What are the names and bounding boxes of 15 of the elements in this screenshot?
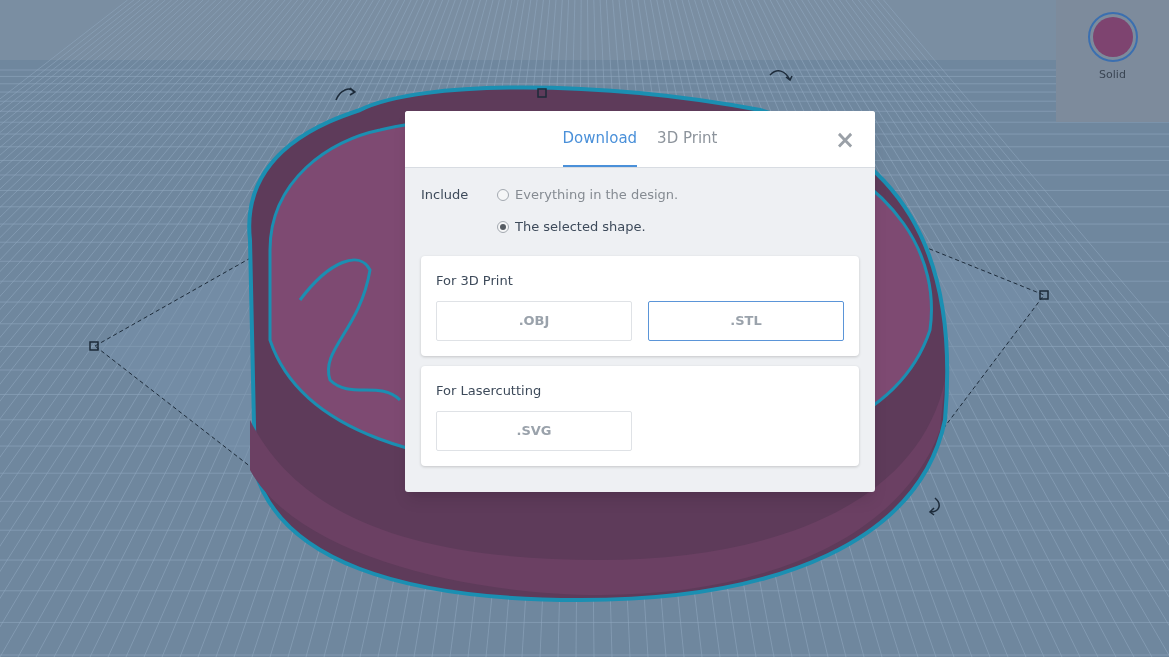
radio-button[interactable]	[497, 221, 509, 233]
format-button[interactable]: .STL	[648, 301, 844, 341]
include-label: Include	[421, 186, 470, 204]
format-button[interactable]: .OBJ	[436, 301, 632, 341]
close-button[interactable]: ×	[834, 128, 855, 152]
radio-button[interactable]	[497, 189, 509, 201]
solid-label: Solid	[1099, 67, 1126, 83]
format-button[interactable]: .SVG	[436, 411, 632, 451]
solid-color-swatch[interactable]	[1087, 12, 1138, 62]
dialog-tab[interactable]: Download	[562, 111, 638, 167]
section-title: For 3D Print	[436, 272, 514, 290]
include-radio-option[interactable]: Everything in the design.	[497, 186, 679, 204]
include-radio-option[interactable]: The selected shape.	[497, 218, 679, 236]
section-title: For Lasercutting	[436, 382, 543, 400]
dialog-tab[interactable]: 3D Print	[657, 111, 718, 167]
